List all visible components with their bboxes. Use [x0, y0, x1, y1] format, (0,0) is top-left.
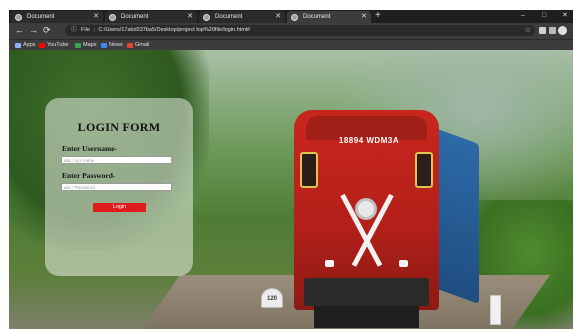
url-scheme-label: File	[81, 27, 90, 33]
locomotive-number: 18894 WDM3A	[338, 136, 400, 145]
bookmarks-bar: Apps YouTube Maps News Gmail	[9, 39, 573, 50]
headlamp-right	[399, 260, 408, 267]
url-text: C:/Users/17abd337ba5/Desktop/project top…	[98, 27, 251, 33]
locomotive-window-left	[300, 152, 318, 188]
reload-icon[interactable]: ⟳	[43, 24, 51, 37]
apps-grid-icon	[15, 42, 21, 48]
screenshot-frame: Document ✕ Document ✕ Document ✕ Documen…	[0, 0, 574, 329]
username-input[interactable]	[61, 156, 172, 164]
tab-close-icon[interactable]: ✕	[361, 11, 367, 23]
tab-title: Document	[121, 14, 149, 20]
bookmark-label: YouTube	[47, 42, 69, 48]
browser-tab[interactable]: Document ✕	[105, 11, 197, 23]
tab-close-icon[interactable]: ✕	[275, 11, 281, 23]
bookmark-label: Gmail	[135, 42, 150, 48]
tab-close-icon[interactable]: ✕	[93, 11, 99, 23]
locomotive-emblem-icon	[355, 198, 377, 220]
login-title: LOGIN FORM	[77, 120, 161, 134]
url-input[interactable]: ⓘ File | C:/Users/17abd337ba5/Desktop/pr…	[65, 25, 535, 36]
bookmark-label: Apps	[23, 42, 36, 48]
browser-tab[interactable]: Document ✕	[199, 11, 285, 23]
locomotive-window-right	[415, 152, 433, 188]
bookmark-maps[interactable]: Maps	[75, 40, 96, 50]
browser-tab-active[interactable]: Document ✕	[287, 11, 371, 23]
tab-favicon-icon	[15, 13, 22, 21]
address-bar-row: ← → ⟳ ⓘ File | C:/Users/17abd337ba5/Desk…	[9, 23, 574, 39]
login-form-card: LOGIN FORM Enter Username- Enter Passwor…	[45, 98, 193, 276]
tab-favicon-icon	[109, 13, 116, 21]
extension-icon[interactable]	[539, 27, 546, 34]
bookmark-news[interactable]: News	[101, 40, 123, 50]
tab-favicon-icon	[291, 13, 298, 21]
background-locomotive-image: 18894 WDM3A	[294, 110, 479, 329]
tab-title: Document	[27, 14, 55, 20]
bookmark-youtube[interactable]: YouTube	[39, 40, 69, 50]
login-button[interactable]: Login	[93, 203, 146, 212]
password-input[interactable]	[61, 183, 172, 191]
maps-icon	[75, 42, 81, 48]
bookmark-label: News	[109, 42, 123, 48]
locomotive-buffer-beam	[304, 278, 429, 306]
minimize-icon[interactable]: –	[521, 10, 525, 22]
bookmark-star-icon[interactable]: ☆	[525, 25, 531, 36]
forward-icon[interactable]: →	[29, 24, 38, 37]
close-window-icon[interactable]: ✕	[562, 10, 568, 22]
milestone-marker: 120	[261, 288, 283, 308]
tab-bar: Document ✕ Document ✕ Document ✕ Documen…	[9, 10, 573, 23]
tab-favicon-icon	[203, 13, 210, 21]
username-label: Enter Username-	[62, 144, 118, 153]
bookmark-gmail[interactable]: Gmail	[127, 40, 149, 50]
gmail-icon	[127, 42, 133, 48]
tab-title: Document	[215, 14, 243, 20]
password-label: Enter Password-	[62, 171, 116, 180]
tab-close-icon[interactable]: ✕	[187, 11, 193, 23]
tab-title: Document	[303, 14, 331, 20]
bookmark-label: Maps	[83, 42, 97, 48]
profile-avatar-icon[interactable]	[558, 26, 567, 35]
bookmark-apps[interactable]: Apps	[15, 40, 36, 50]
trackside-post	[490, 295, 501, 325]
new-tab-button[interactable]: +	[375, 10, 381, 22]
news-icon	[101, 42, 107, 48]
locomotive-bogie	[314, 306, 419, 328]
headlamp-left	[325, 260, 334, 267]
youtube-icon	[39, 42, 45, 48]
menu-kebab-icon[interactable]: ⋮	[570, 24, 574, 37]
page-viewport: 18894 WDM3A 120 LOGIN FORM Enter Usernam…	[9, 50, 573, 329]
browser-tab[interactable]: Document ✕	[11, 11, 103, 23]
puzzle-icon[interactable]	[549, 27, 556, 34]
locomotive-body: 18894 WDM3A	[294, 110, 439, 328]
maximize-icon[interactable]: □	[542, 10, 546, 22]
info-icon[interactable]: ⓘ	[71, 27, 77, 33]
back-icon[interactable]: ←	[15, 24, 24, 37]
url-separator: |	[93, 27, 95, 33]
